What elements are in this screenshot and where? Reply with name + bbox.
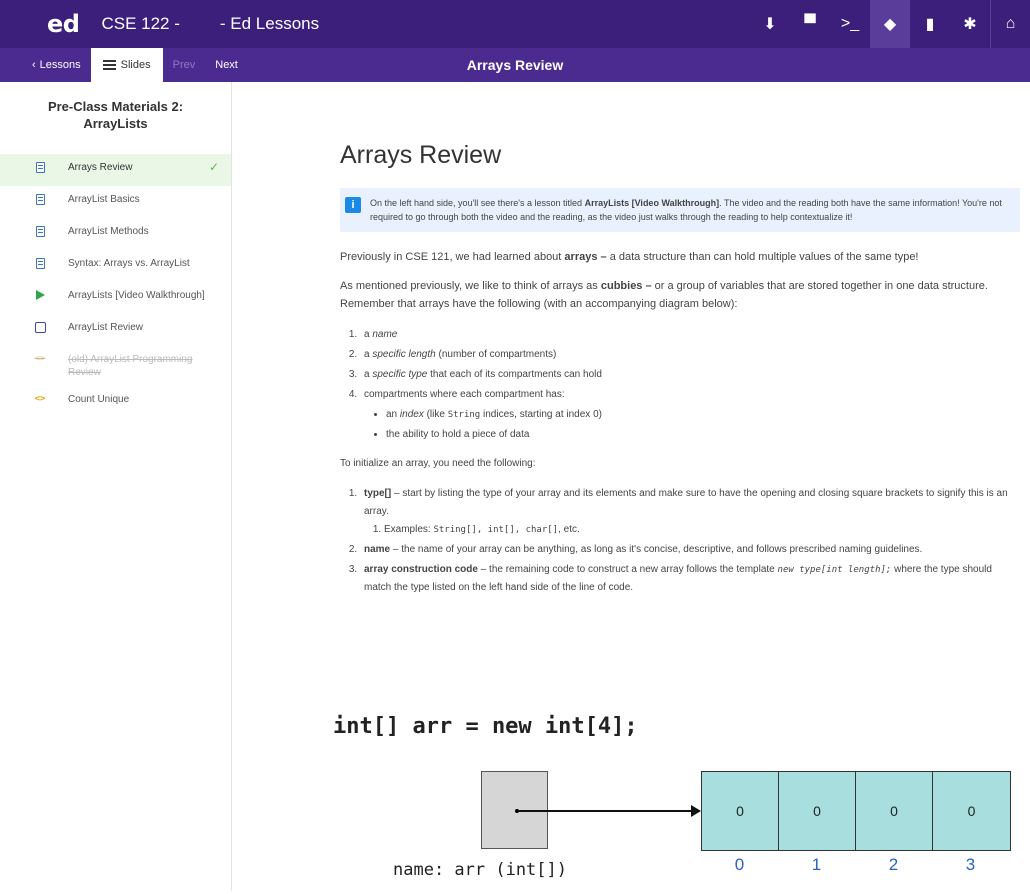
ed-logo[interactable]: ed xyxy=(47,10,80,38)
content-body: Arrays Review i On the left hand side, y… xyxy=(340,82,1020,599)
p1-bold: arrays – xyxy=(564,251,607,263)
info-icon: i xyxy=(345,197,361,213)
array-properties-list: a name a specific length (number of comp… xyxy=(340,325,1020,445)
cubbies-paragraph: As mentioned previously, we like to thin… xyxy=(340,277,1020,313)
array-cells: 0 0 0 0 xyxy=(701,771,1011,851)
slide-item-label: Syntax: Arrays vs. ArrayList xyxy=(68,258,190,269)
slide-item-arrays-review[interactable]: Arrays Review ✓ xyxy=(0,154,231,186)
list-item: compartments where each compartment has:… xyxy=(360,385,1020,445)
list-item: name – the name of your array can be any… xyxy=(360,541,1020,559)
document-icon xyxy=(34,161,46,173)
check-icon: ✓ xyxy=(208,160,219,174)
list-item: the ability to hold a piece of data xyxy=(386,425,1020,445)
array-indices: 0 1 2 3 xyxy=(701,855,1009,875)
p2-text: As mentioned previously, we like to thin… xyxy=(340,280,601,292)
menu-icon xyxy=(102,58,116,72)
slide-item-count-unique[interactable]: <> Count Unique xyxy=(0,386,231,418)
p1-text-rest: a data structure than can hold multiple … xyxy=(606,251,919,263)
initialize-paragraph: To initialize an array, you need the fol… xyxy=(340,458,536,469)
slide-item-label: ArrayList Review xyxy=(68,322,144,333)
slide-item-label: ArrayList Methods xyxy=(68,226,149,237)
prev-button[interactable]: Prev xyxy=(163,48,206,82)
p2-bold: cubbies – xyxy=(600,280,652,292)
p1-text: Previously in CSE 121, we had learned ab… xyxy=(340,251,565,263)
lesson-toolbar: Arrays Review ‹ Lessons Slides Prev Next xyxy=(0,48,1030,82)
chat-icon[interactable]: ▀ xyxy=(790,0,830,48)
slide-item-old-programming-review[interactable]: <> (old) ArrayList Programming Review xyxy=(0,346,231,386)
info-bold: ArrayLists [Video Walkthrough] xyxy=(584,198,720,208)
slide-item-label: Count Unique xyxy=(68,394,130,405)
slide-item-label: (old) ArrayList Programming Review xyxy=(68,354,193,378)
slide-item-syntax[interactable]: Syntax: Arrays vs. ArrayList xyxy=(0,250,231,282)
slide-content: Arrays Review i On the left hand side, y… xyxy=(233,82,1030,891)
list-item: type[] – start by listing the type of yo… xyxy=(360,485,1020,539)
array-index: 2 xyxy=(888,855,899,874)
array-name-label: name: arr (int[]) xyxy=(393,860,567,880)
slides-sidebar: Pre-Class Materials 2: ArrayLists Arrays… xyxy=(0,82,232,891)
chevron-left-icon: ‹ xyxy=(32,59,36,71)
slide-item-arraylist-basics[interactable]: ArrayList Basics xyxy=(0,186,231,218)
examples-sublist: Examples: String[], int[], char[], etc. xyxy=(364,521,1020,539)
document-icon xyxy=(34,225,46,237)
slide-item-arraylist-methods[interactable]: ArrayList Methods xyxy=(0,218,231,250)
array-index: 0 xyxy=(734,855,745,874)
intro-paragraph: Previously in CSE 121, we had learned ab… xyxy=(340,248,1020,266)
code-icon: <> xyxy=(34,393,46,404)
download-icon[interactable]: ⬇ xyxy=(750,0,790,48)
list-item: a specific length (number of compartment… xyxy=(360,345,1020,365)
slides-label: Slides xyxy=(120,59,151,71)
slides-button[interactable]: Slides xyxy=(90,48,163,82)
array-cell: 0 xyxy=(779,772,856,850)
initialization-list: type[] – start by listing the type of yo… xyxy=(340,485,1020,597)
sidebar-title: Pre-Class Materials 2: ArrayLists xyxy=(47,99,184,131)
next-button[interactable]: Next xyxy=(205,48,248,82)
slide-item-label: ArrayList Basics xyxy=(68,194,140,205)
arrow-head-icon xyxy=(691,805,701,817)
diagram-code-line: int[] arr = new int[4]; xyxy=(333,714,638,739)
document-icon xyxy=(34,193,46,205)
array-index: 1 xyxy=(811,855,822,874)
page-title: Arrays Review xyxy=(340,141,502,169)
compartment-sublist: an index (like String indices, starting … xyxy=(364,405,1020,445)
info-callout: i On the left hand side, you'll see ther… xyxy=(340,188,1020,232)
list-item: a name xyxy=(360,325,1020,345)
array-cell: 0 xyxy=(856,772,933,850)
slide-item-label: Arrays Review xyxy=(68,162,133,173)
top-bar: ed CSE 122 - - Ed Lessons ⬇ ▀ >_ ◆ ▮ ✱ ⌂ xyxy=(0,0,1030,48)
slide-item-video-walkthrough[interactable]: ArrayLists [Video Walkthrough] xyxy=(0,282,231,314)
top-icon-bar: ⬇ ▀ >_ ◆ ▮ ✱ ⌂ xyxy=(750,0,1030,48)
code-icon: <> xyxy=(34,353,46,364)
slide-item-label: ArrayLists [Video Walkthrough] xyxy=(68,290,205,301)
array-cell: 0 xyxy=(702,772,779,850)
array-index: 3 xyxy=(965,855,976,874)
slide-list: Arrays Review ✓ ArrayList Basics ArrayLi… xyxy=(0,154,231,418)
analytics-icon[interactable]: ▮ xyxy=(910,0,950,48)
array-diagram: int[] arr = new int[4]; 0 0 0 0 0 1 2 3 … xyxy=(333,714,1023,894)
quiz-icon xyxy=(34,321,46,333)
info-text: On the left hand side, you'll see there'… xyxy=(370,198,585,208)
reference-arrow xyxy=(519,810,693,812)
list-item: an index (like String indices, starting … xyxy=(386,405,1020,425)
app-title: - Ed Lessons xyxy=(219,14,320,33)
gear-icon[interactable]: ✱ xyxy=(950,0,990,48)
document-icon xyxy=(34,257,46,269)
home-icon[interactable]: ⌂ xyxy=(990,0,1030,48)
play-icon xyxy=(34,289,46,301)
array-cell: 0 xyxy=(933,772,1010,850)
back-to-lessons-button[interactable]: ‹ Lessons xyxy=(0,48,91,82)
list-item: Examples: String[], int[], char[], etc. xyxy=(384,521,1020,539)
slide-item-arraylist-review[interactable]: ArrayList Review xyxy=(0,314,231,346)
terminal-icon[interactable]: >_ xyxy=(830,0,870,48)
lessons-icon[interactable]: ◆ xyxy=(870,0,910,48)
lessons-label: Lessons xyxy=(39,59,81,71)
list-item: a specific type that each of its compart… xyxy=(360,365,1020,385)
course-name[interactable]: CSE 122 - xyxy=(101,14,179,34)
list-item: array construction code – the remaining … xyxy=(360,561,1020,597)
